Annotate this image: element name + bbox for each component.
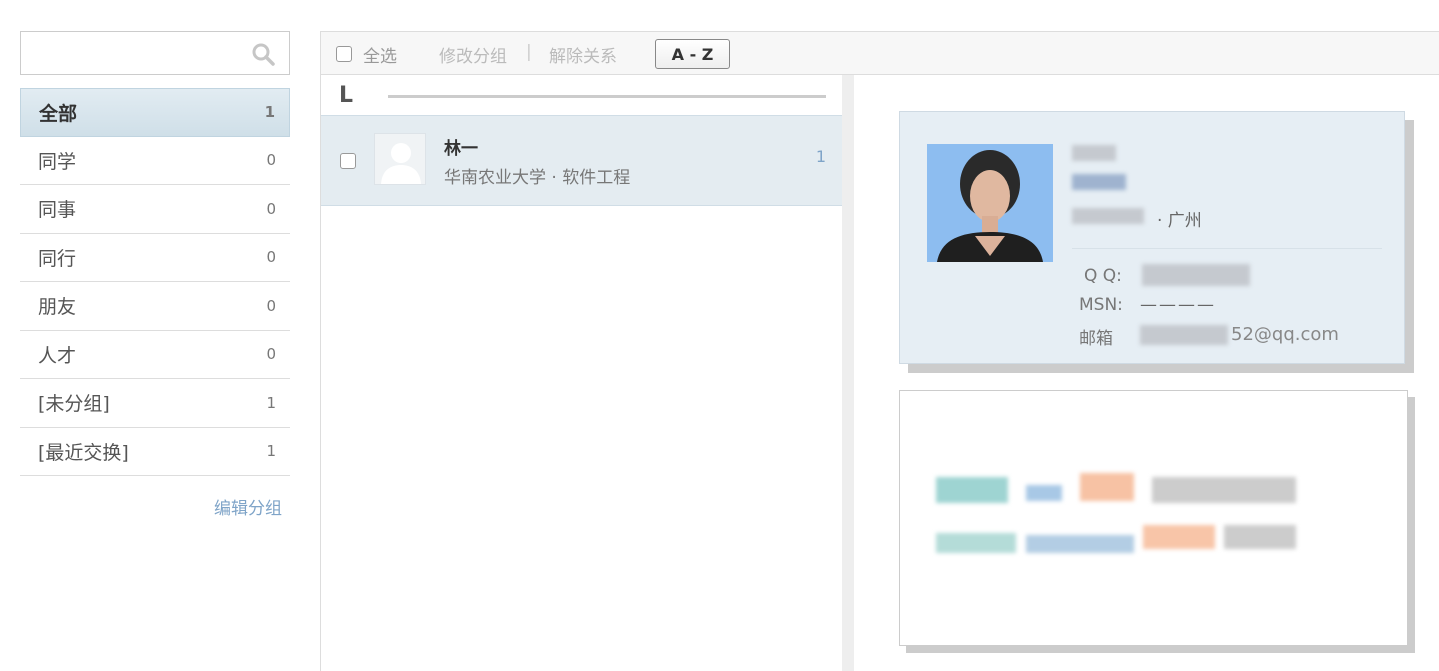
group-label: 人才 bbox=[38, 344, 77, 367]
avatar-placeholder-icon bbox=[374, 133, 426, 185]
contact-list: L 林一 华南农业大学 · 软件工程 1 bbox=[320, 75, 842, 671]
group-item-talent[interactable]: 人才 0 bbox=[20, 331, 290, 379]
redacted-text-block bbox=[1152, 477, 1296, 503]
group-list: 全部 1 同学 0 同事 0 同行 0 朋友 0 人才 0 [未分组] 1 [最… bbox=[20, 88, 290, 476]
group-label: 全部 bbox=[39, 102, 78, 125]
search-box[interactable] bbox=[20, 31, 290, 75]
group-item-peers[interactable]: 同行 0 bbox=[20, 234, 290, 282]
card-name-redacted bbox=[1072, 145, 1116, 161]
search-input[interactable] bbox=[27, 40, 247, 66]
group-count: 0 bbox=[266, 199, 276, 218]
group-label: [最近交换] bbox=[38, 441, 129, 464]
group-count: 0 bbox=[266, 345, 276, 364]
select-all-checkbox[interactable] bbox=[336, 46, 352, 62]
group-count: 0 bbox=[266, 151, 276, 170]
letter-header: L bbox=[339, 83, 354, 108]
redacted-text-block bbox=[936, 533, 1016, 553]
sort-az-button[interactable]: A - Z bbox=[655, 39, 730, 69]
contact-count: 1 bbox=[815, 147, 826, 166]
letter-divider bbox=[388, 95, 826, 98]
redacted-text-block bbox=[1224, 525, 1296, 549]
toolbar: 全选 修改分组 | 解除关系 A - Z bbox=[320, 31, 1439, 75]
group-count: 1 bbox=[266, 442, 276, 461]
group-item-all[interactable]: 全部 1 bbox=[20, 88, 290, 137]
group-count: 1 bbox=[266, 393, 276, 412]
email-value: 52@qq.com bbox=[1231, 324, 1339, 345]
msn-value: ———— bbox=[1140, 295, 1216, 315]
group-label: 同事 bbox=[38, 199, 77, 222]
email-redacted bbox=[1140, 325, 1228, 345]
group-label: 同行 bbox=[38, 247, 77, 270]
edit-groups-link[interactable]: 编辑分组 bbox=[214, 494, 282, 519]
qq-value-redacted bbox=[1142, 264, 1250, 286]
group-item-classmates[interactable]: 同学 0 bbox=[20, 137, 290, 185]
contact-checkbox[interactable] bbox=[340, 153, 356, 169]
group-item-colleagues[interactable]: 同事 0 bbox=[20, 185, 290, 234]
group-count: 0 bbox=[266, 296, 276, 315]
search-icon[interactable] bbox=[251, 42, 275, 66]
qq-label: Q Q: bbox=[1084, 266, 1122, 286]
redacted-text-block bbox=[1080, 473, 1134, 501]
card-city: · 广州 bbox=[1157, 211, 1202, 231]
redacted-text-block bbox=[1026, 535, 1134, 553]
group-item-ungrouped[interactable]: [未分组] 1 bbox=[20, 379, 290, 428]
group-count: 0 bbox=[266, 248, 276, 267]
business-card-back bbox=[899, 390, 1408, 646]
card-company-redacted bbox=[1072, 208, 1144, 224]
email-label: 邮箱 bbox=[1079, 329, 1113, 349]
modify-group-button[interactable]: 修改分组 bbox=[439, 42, 507, 67]
group-label: 同学 bbox=[38, 150, 77, 173]
contact-row[interactable]: 林一 华南农业大学 · 软件工程 1 bbox=[321, 115, 842, 206]
group-item-recent-exchange[interactable]: [最近交换] 1 bbox=[20, 428, 290, 476]
remove-relation-button[interactable]: 解除关系 bbox=[549, 42, 617, 67]
group-label: 朋友 bbox=[38, 296, 77, 319]
group-label: [未分组] bbox=[38, 393, 110, 416]
card-divider bbox=[1072, 248, 1382, 249]
business-card-front: · 广州 Q Q: MSN: ———— 邮箱 52@qq.com bbox=[899, 111, 1405, 364]
group-count: 1 bbox=[264, 103, 275, 122]
contact-photo bbox=[927, 144, 1053, 262]
redacted-text-block bbox=[936, 477, 1008, 503]
toolbar-separator: | bbox=[526, 42, 532, 62]
column-divider bbox=[842, 75, 854, 671]
redacted-text-block bbox=[1143, 525, 1215, 549]
contact-name[interactable]: 林一 bbox=[444, 134, 478, 159]
select-all-label[interactable]: 全选 bbox=[363, 42, 397, 67]
card-title-redacted bbox=[1072, 174, 1126, 190]
group-item-friends[interactable]: 朋友 0 bbox=[20, 282, 290, 331]
msn-label: MSN: bbox=[1079, 295, 1123, 315]
contact-info: 华南农业大学 · 软件工程 bbox=[444, 168, 631, 188]
redacted-text-block bbox=[1026, 485, 1062, 501]
